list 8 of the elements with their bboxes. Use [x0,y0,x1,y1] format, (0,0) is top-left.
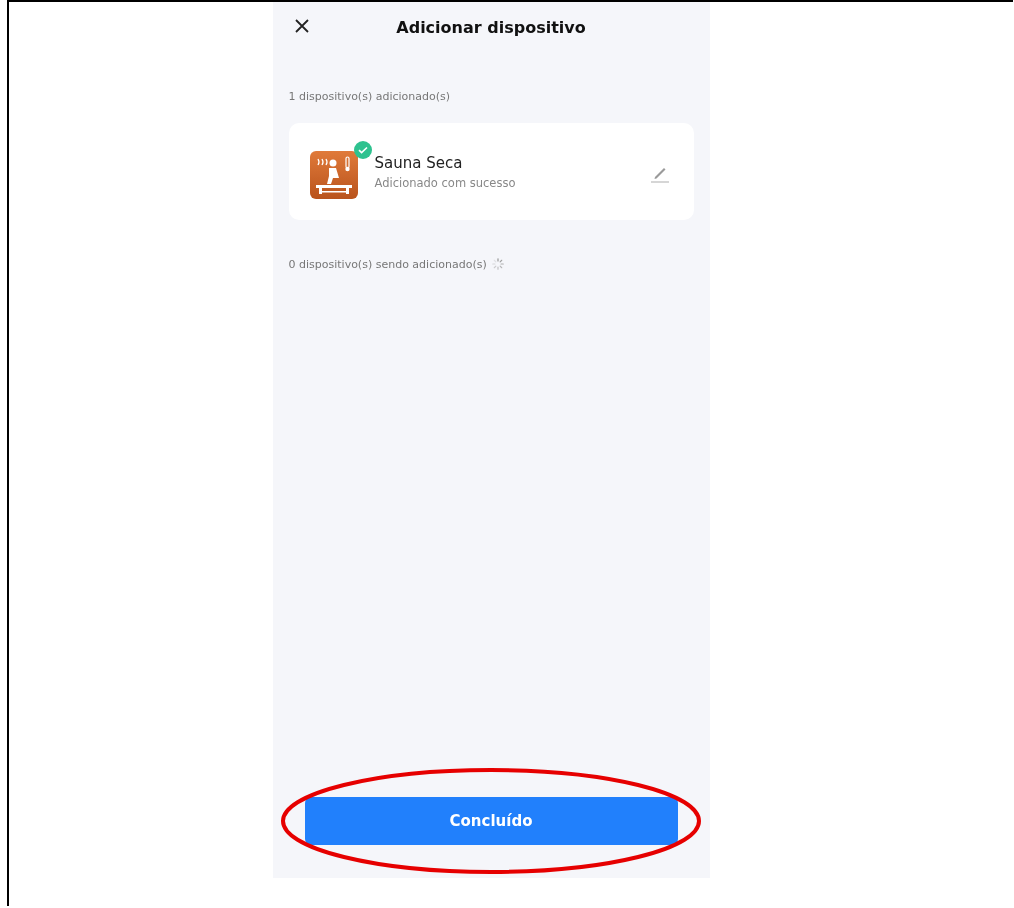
done-button[interactable]: Concluído [304,797,678,845]
pending-count-label: 0 dispositivo(s) sendo adicionado(s) [288,257,487,271]
close-icon[interactable] [293,18,310,34]
device-name: Sauna Seca [374,153,464,172]
device-status: Adicionado com sucesso [374,175,517,190]
sauna-icon [309,150,358,199]
added-count-label: 1 dispositivo(s) adicionado(s) [288,90,452,103]
page-title: Adicionar dispositivo [396,17,586,37]
